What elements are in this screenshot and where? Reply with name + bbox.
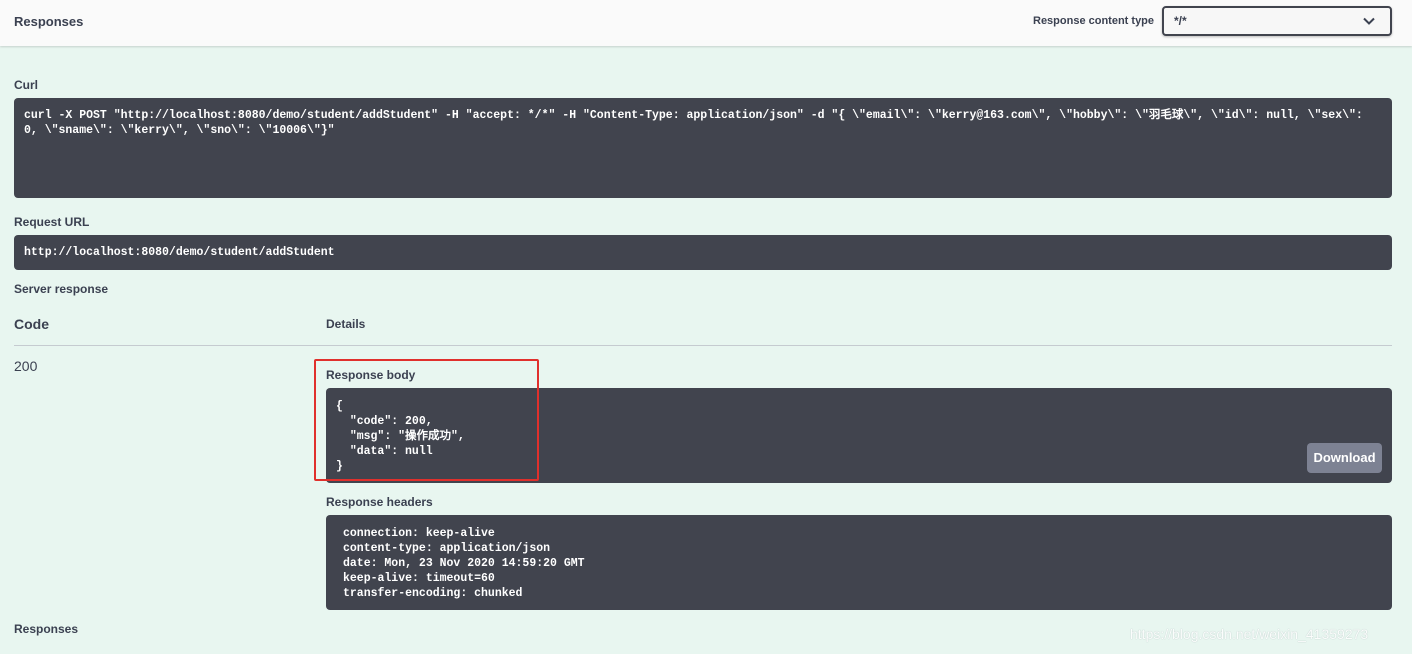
responses-section-label: Responses <box>14 622 79 636</box>
response-status-code: 200 <box>14 358 38 374</box>
watermark: https://blog.csdn.net/weixin_41359273 <box>1130 626 1369 642</box>
details-column-header: Details <box>326 317 366 331</box>
chevron-down-icon <box>1363 17 1375 25</box>
red-highlight-annotation <box>314 359 539 481</box>
curl-command[interactable]: curl -X POST "http://localhost:8080/demo… <box>14 98 1392 198</box>
response-headers-label: Response headers <box>326 495 433 509</box>
response-headers[interactable]: connection: keep-alive content-type: app… <box>326 515 1392 610</box>
response-content-type-label: Response content type <box>1033 15 1155 27</box>
response-content-type-select[interactable]: */* <box>1162 6 1392 36</box>
download-button[interactable]: Download <box>1307 443 1382 473</box>
table-divider <box>14 345 1392 346</box>
curl-label: Curl <box>14 78 38 92</box>
response-content-type-value: */* <box>1174 14 1187 28</box>
responses-title: Responses <box>14 14 84 29</box>
code-column-header: Code <box>14 316 49 332</box>
server-response-label: Server response <box>14 282 109 296</box>
request-url-value[interactable]: http://localhost:8080/demo/student/addSt… <box>14 235 1392 270</box>
request-url-label: Request URL <box>14 215 90 229</box>
responses-header-bar: Responses Response content type */* <box>0 0 1412 46</box>
